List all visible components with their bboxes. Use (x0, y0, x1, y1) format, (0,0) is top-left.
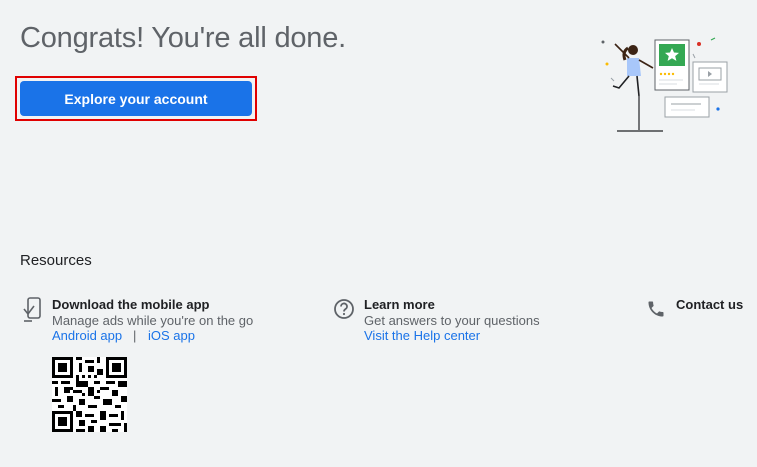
help-center-link[interactable]: Visit the Help center (364, 328, 480, 343)
learn-more-title: Learn more (364, 297, 435, 312)
qr-code (52, 357, 127, 432)
explore-account-button[interactable]: Explore your account (20, 81, 252, 116)
link-separator: | (133, 328, 137, 343)
phone-icon (646, 299, 666, 319)
android-app-link[interactable]: Android app (52, 328, 122, 343)
mobile-app-title: Download the mobile app (52, 297, 210, 312)
mobile-app-subtitle: Manage ads while you're on the go (52, 313, 254, 328)
help-circle-icon (333, 298, 355, 320)
phone-download-icon (22, 297, 42, 323)
resources-heading: Resources (20, 252, 92, 269)
page-title: Congrats! You're all done. (20, 22, 347, 54)
contact-us-title[interactable]: Contact us (676, 297, 743, 312)
celebration-illustration (593, 34, 733, 136)
ios-app-link[interactable]: iOS app (148, 328, 195, 343)
learn-more-subtitle: Get answers to your questions (364, 313, 540, 328)
